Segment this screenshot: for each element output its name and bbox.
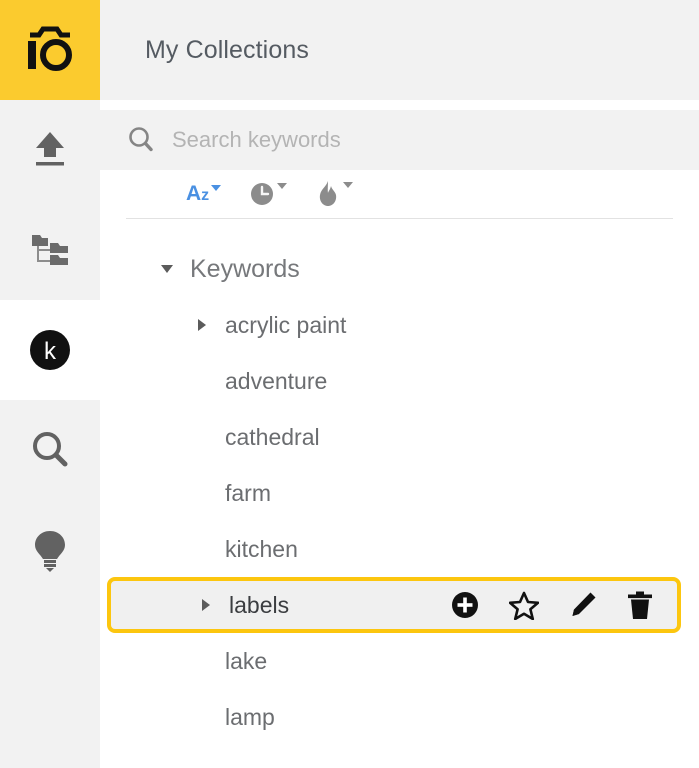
app-logo[interactable]	[0, 0, 100, 100]
tree-row-selected[interactable]: labels	[107, 577, 681, 633]
chevron-down-icon	[211, 184, 222, 191]
k-badge-icon: k	[30, 330, 70, 370]
sidebar-item-keywords[interactable]: k	[0, 300, 100, 400]
search-bar-container	[100, 100, 699, 170]
sidebar-item-ideas[interactable]	[0, 500, 100, 600]
tree-row-label: kitchen	[225, 535, 298, 562]
sort-toolbar: Az	[100, 170, 699, 218]
tree-row[interactable]: acrylic paint	[100, 297, 699, 353]
chevron-down-icon	[277, 183, 288, 189]
search-icon	[129, 127, 153, 152]
svg-text:k: k	[44, 338, 57, 365]
search-bar[interactable]	[100, 110, 699, 170]
tree-row-label: farm	[225, 479, 271, 506]
az-icon: Az	[186, 181, 210, 205]
tree-row: labels	[100, 577, 699, 633]
tree-row-label: lamp	[225, 703, 275, 730]
tree-row-label: Keywords	[190, 254, 300, 283]
folder-tree-icon	[32, 235, 68, 265]
camera-io-logo-icon	[28, 26, 72, 71]
star-icon[interactable]	[509, 591, 539, 620]
clock-icon	[251, 183, 274, 205]
keyword-tree: Keywords acrylic paint adventure cathedral f…	[100, 219, 699, 768]
sidebar-item-search[interactable]	[0, 400, 100, 500]
sort-popular-button[interactable]	[315, 180, 354, 208]
page-title: My Collections	[145, 35, 309, 64]
left-sidebar: k	[0, 0, 100, 768]
tree-row-label: lake	[225, 647, 268, 674]
trash-icon[interactable]	[627, 591, 653, 620]
tree-row[interactable]: kitchen	[100, 521, 699, 577]
search-input[interactable]	[172, 127, 592, 153]
chevron-down-icon	[343, 182, 354, 188]
sort-alphabetical-button[interactable]: Az	[186, 181, 222, 206]
tree-row[interactable]: lamp	[100, 689, 699, 745]
tree-row-label: cathedral	[225, 423, 320, 450]
triangle-right-icon[interactable]	[191, 319, 213, 331]
pencil-icon[interactable]	[569, 591, 597, 619]
main-panel: My Collections Az	[100, 0, 699, 768]
magnifier-icon	[33, 432, 68, 467]
tree-row[interactable]: lake	[100, 633, 699, 689]
sort-recent-button[interactable]	[249, 181, 288, 207]
tree-row-label: adventure	[225, 367, 328, 394]
plus-circle-icon[interactable]	[451, 591, 479, 619]
tree-row[interactable]: cathedral	[100, 409, 699, 465]
flame-icon	[320, 181, 337, 206]
tree-row[interactable]: farm	[100, 465, 699, 521]
tree-row-actions	[451, 591, 653, 620]
triangle-down-icon[interactable]	[156, 265, 178, 273]
tree-row-label: labels	[229, 591, 290, 618]
tree-row-label: acrylic paint	[225, 311, 347, 338]
tree-row[interactable]: adventure	[100, 353, 699, 409]
triangle-right-icon[interactable]	[195, 599, 217, 611]
sidebar-item-upload[interactable]	[0, 100, 100, 200]
upload-icon	[36, 132, 64, 166]
application-window: k My Collections Search keywords Az Keyw…	[0, 0, 699, 768]
sidebar-item-catalog-tree[interactable]	[0, 200, 100, 300]
lightbulb-icon	[35, 531, 65, 572]
header-bar: My Collections	[100, 0, 699, 100]
tree-row-root[interactable]: Keywords	[100, 241, 699, 297]
